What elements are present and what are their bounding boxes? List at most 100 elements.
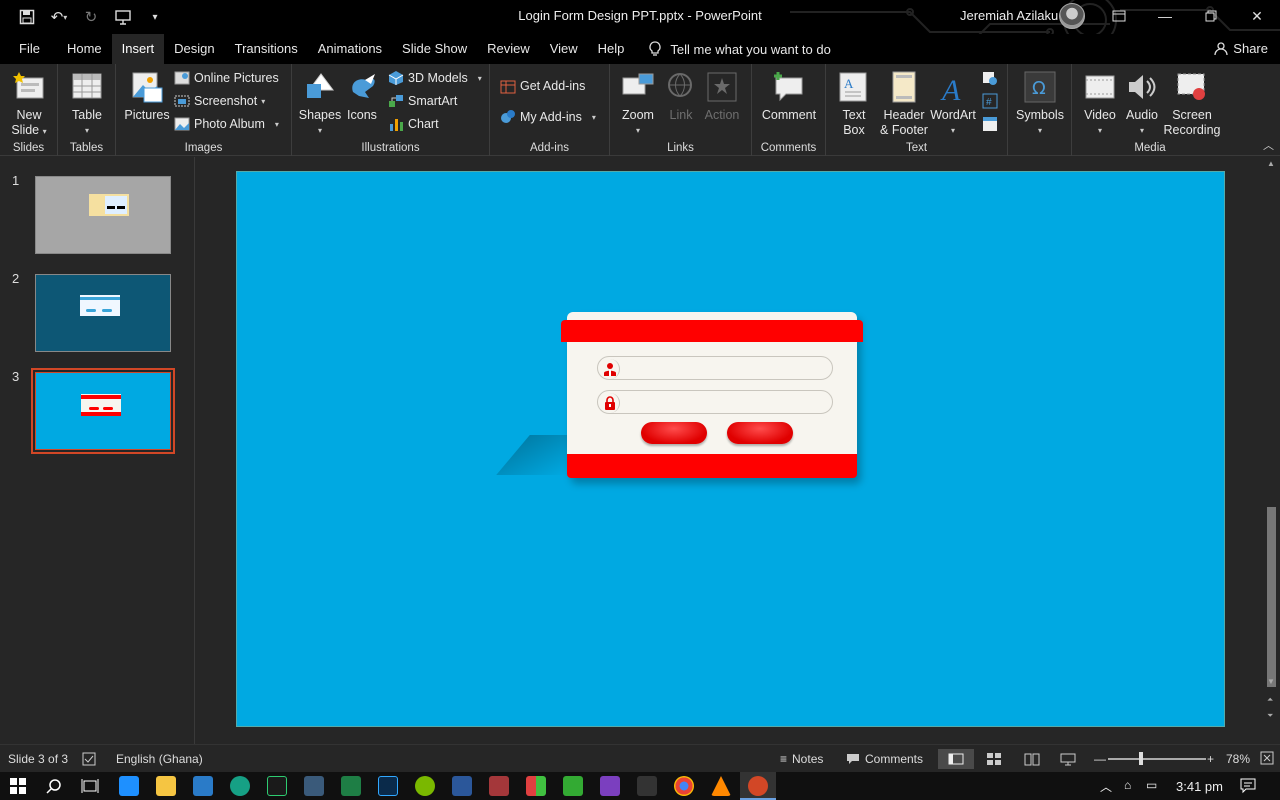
tab-animations[interactable]: Animations (308, 34, 392, 64)
form-header-bar[interactable] (561, 320, 863, 342)
tab-home[interactable]: Home (57, 34, 112, 64)
scrollbar-thumb[interactable] (1267, 507, 1276, 687)
login-form-card[interactable] (561, 312, 863, 478)
network-icon[interactable]: ⌂ (1124, 778, 1131, 792)
my-addins-button[interactable]: My Add-ins ▾ (500, 109, 596, 125)
vlc-icon[interactable] (711, 776, 731, 796)
new-slide-button[interactable]: New Slide ▾ (8, 70, 50, 139)
undo-dropdown-icon[interactable]: ▾ (63, 13, 67, 22)
language-indicator[interactable]: English (Ghana) (116, 752, 203, 766)
link-button[interactable]: Link (664, 70, 698, 123)
photoshop-icon[interactable] (378, 776, 398, 796)
system-tray-chevron-icon[interactable]: ︿ (1100, 778, 1112, 795)
comments-button[interactable]: Comments (846, 752, 923, 766)
scroll-down-icon[interactable]: ▼ (1267, 677, 1275, 686)
chart-button[interactable]: Chart (388, 116, 439, 132)
date-time-button[interactable] (982, 70, 998, 86)
symbols-button[interactable]: Ω Symbols ▾ (1016, 70, 1064, 138)
word-icon[interactable] (452, 776, 472, 796)
customize-qat-button[interactable]: ▾ (142, 4, 168, 30)
signup-button-shape[interactable] (727, 422, 793, 444)
wordart-button[interactable]: A WordArt ▾ (930, 70, 976, 138)
tab-help[interactable]: Help (588, 34, 635, 64)
restore-button[interactable] (1188, 0, 1234, 32)
minimize-button[interactable]: — (1142, 0, 1188, 32)
screenshot-button[interactable]: Screenshot ▾ (174, 93, 265, 109)
accessibility-icon[interactable] (82, 752, 96, 769)
3d-models-button[interactable]: 3D Models ▾ (388, 70, 482, 86)
pictures-button[interactable]: Pictures (124, 70, 170, 123)
user-name[interactable]: Jeremiah Azilaku (960, 8, 1058, 23)
access-icon[interactable] (489, 776, 509, 796)
text-box-button[interactable]: A Text Box (834, 70, 874, 138)
slide-thumbnail-1[interactable] (35, 176, 171, 254)
tell-me-search[interactable]: Tell me what you want to do (648, 41, 831, 57)
present-from-start-button[interactable] (110, 4, 136, 30)
taskbar-clock[interactable]: 3:41 pm (1176, 779, 1223, 794)
chrome-icon[interactable] (674, 776, 694, 796)
video-button[interactable]: Video ▾ (1080, 70, 1120, 138)
app-icon-13[interactable] (563, 776, 583, 796)
tab-insert[interactable]: Insert (111, 34, 165, 64)
next-slide-icon[interactable]: ⏷ (1267, 711, 1273, 721)
current-slide[interactable] (236, 171, 1225, 727)
slide-thumbnail-2[interactable] (35, 274, 171, 352)
zoom-slider-thumb[interactable] (1139, 752, 1143, 765)
slideshow-view-button[interactable] (1060, 752, 1076, 769)
action-button[interactable]: Action (702, 70, 742, 123)
username-field[interactable] (597, 356, 833, 380)
close-button[interactable]: ✕ (1234, 0, 1280, 32)
form-footer-bar[interactable] (567, 454, 857, 478)
redo-button[interactable]: ↻ (78, 4, 104, 30)
ribbon-display-options-button[interactable] (1096, 0, 1142, 32)
app-icon-12[interactable] (526, 776, 546, 796)
pycharm-icon[interactable] (267, 776, 287, 796)
zoom-in-button[interactable]: + (1207, 752, 1214, 766)
zoom-level[interactable]: 78% (1226, 752, 1250, 766)
powerpoint-taskbar-active[interactable] (740, 772, 776, 800)
notes-button[interactable]: ≡ Notes (780, 752, 823, 766)
zoom-out-button[interactable]: — (1094, 752, 1106, 766)
slide-number-button[interactable]: # (982, 93, 998, 109)
get-addins-button[interactable]: Get Add-ins (500, 78, 585, 94)
table-button[interactable]: Table ▾ (68, 70, 106, 138)
object-button[interactable] (982, 116, 998, 132)
header-footer-button[interactable]: Header & Footer (876, 70, 932, 138)
previous-slide-icon[interactable]: ⏶ (1267, 695, 1273, 705)
edge-browser-icon[interactable] (230, 776, 250, 796)
task-view-icon[interactable] (81, 778, 99, 794)
app-icon-9[interactable] (415, 776, 435, 796)
excel-icon[interactable] (341, 776, 361, 796)
slide-thumbnail-3[interactable] (31, 368, 175, 454)
zoom-slider[interactable] (1108, 758, 1206, 760)
share-button[interactable]: Share (1214, 41, 1268, 56)
reading-view-button[interactable] (1024, 752, 1040, 769)
shapes-button[interactable]: Shapes ▾ (299, 70, 341, 138)
search-icon[interactable] (46, 778, 62, 794)
file-explorer-icon[interactable] (156, 776, 176, 796)
tab-design[interactable]: Design (164, 34, 224, 64)
comment-button[interactable]: Comment (760, 70, 818, 123)
avatar[interactable] (1059, 3, 1085, 29)
visual-studio-icon[interactable] (600, 776, 620, 796)
undo-button[interactable]: ↶ ▾ (46, 4, 72, 30)
collapse-ribbon-button[interactable]: ︿ (1263, 137, 1274, 153)
mail-app-icon[interactable] (119, 776, 139, 796)
scroll-up-icon[interactable]: ▲ (1267, 159, 1275, 168)
slide-sorter-button[interactable] (986, 752, 1002, 769)
icons-button[interactable]: Icons (344, 70, 380, 123)
save-button[interactable] (14, 4, 40, 30)
normal-view-button[interactable] (938, 749, 974, 769)
tab-view[interactable]: View (540, 34, 588, 64)
action-center-icon[interactable] (1240, 778, 1256, 794)
photo-album-button[interactable]: Photo Album ▾ (174, 116, 279, 132)
battery-icon[interactable]: ▭ (1146, 778, 1157, 792)
password-field[interactable] (597, 390, 833, 414)
smartart-button[interactable]: SmartArt (388, 93, 457, 109)
screen-recording-button[interactable]: Screen Recording (1162, 70, 1222, 138)
tab-transitions[interactable]: Transitions (225, 34, 308, 64)
fit-to-window-button[interactable] (1260, 751, 1274, 768)
login-button-shape[interactable] (641, 422, 707, 444)
vscode-icon[interactable] (193, 776, 213, 796)
app-icon-15[interactable] (637, 776, 657, 796)
